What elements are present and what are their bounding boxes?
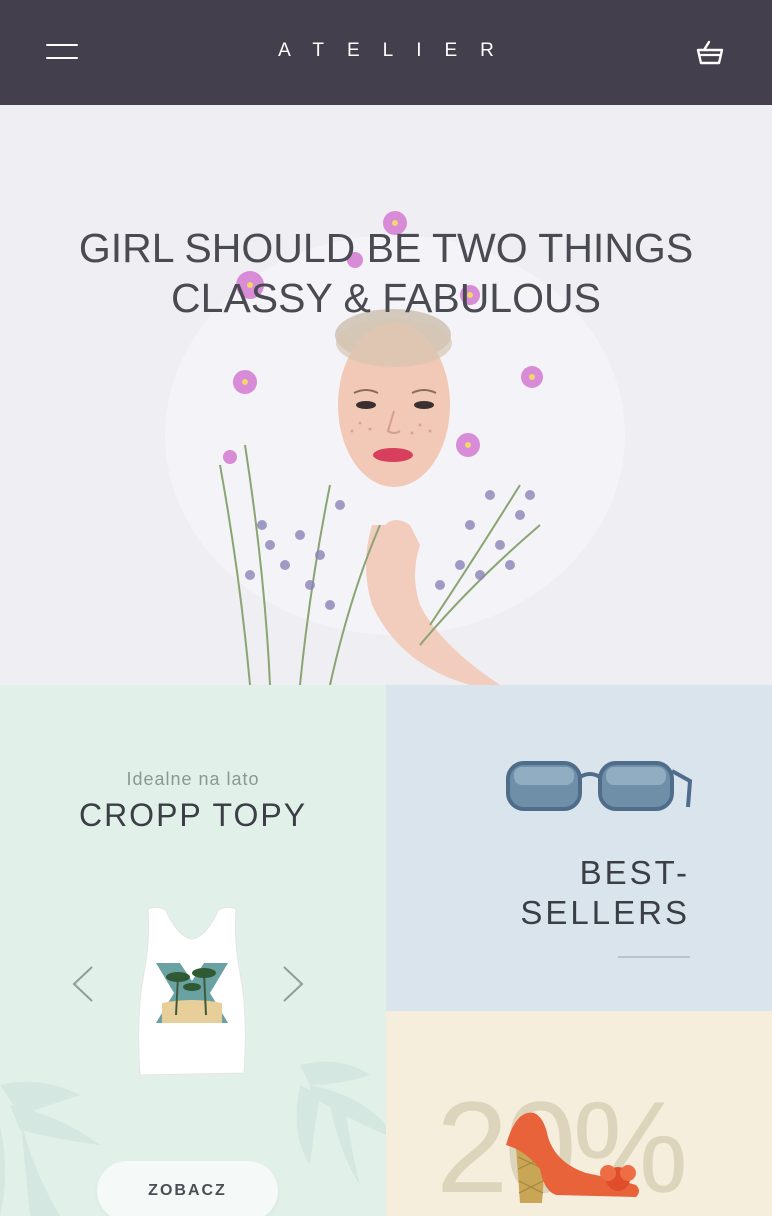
hero-heading: GIRL SHOULD BE TWO THINGS CLASSY & FABUL… bbox=[0, 223, 772, 323]
app-header: ATELIER bbox=[0, 0, 772, 105]
tank-top-image[interactable] bbox=[126, 903, 258, 1079]
sunglasses-image bbox=[506, 761, 693, 811]
bestsellers-line1: BEST- bbox=[579, 854, 690, 891]
chevron-right-icon[interactable] bbox=[280, 965, 306, 1003]
hero-heading-line1: GIRL SHOULD BE TWO THINGS bbox=[78, 225, 694, 271]
bestsellers-heading: BEST- SELLERS bbox=[520, 853, 690, 933]
brand-logo[interactable]: ATELIER bbox=[0, 40, 772, 62]
hero-image bbox=[165, 211, 625, 685]
bestsellers-line2: SELLERS bbox=[520, 894, 690, 931]
hero-heading-line2: CLASSY & FABULOUS bbox=[171, 275, 601, 321]
shoe-image bbox=[506, 1112, 639, 1203]
summer-title: CROPP TOPY bbox=[78, 797, 308, 833]
zobacz-button[interactable]: ZOBACZ bbox=[97, 1161, 278, 1216]
sale-tile[interactable]: 20% bbox=[386, 1011, 772, 1216]
hero-banner[interactable]: GIRL SHOULD BE TWO THINGS CLASSY & FABUL… bbox=[0, 105, 772, 685]
basket-icon[interactable] bbox=[694, 38, 726, 68]
chevron-left-icon[interactable] bbox=[70, 965, 96, 1003]
summer-tops-tile[interactable]: Idealne na lato CROPP TOPY ZOBACZ bbox=[0, 685, 386, 1216]
bestsellers-tile[interactable]: BEST- SELLERS bbox=[386, 685, 772, 1011]
divider bbox=[618, 956, 690, 958]
summer-subtitle: Idealne na lato bbox=[126, 769, 260, 789]
